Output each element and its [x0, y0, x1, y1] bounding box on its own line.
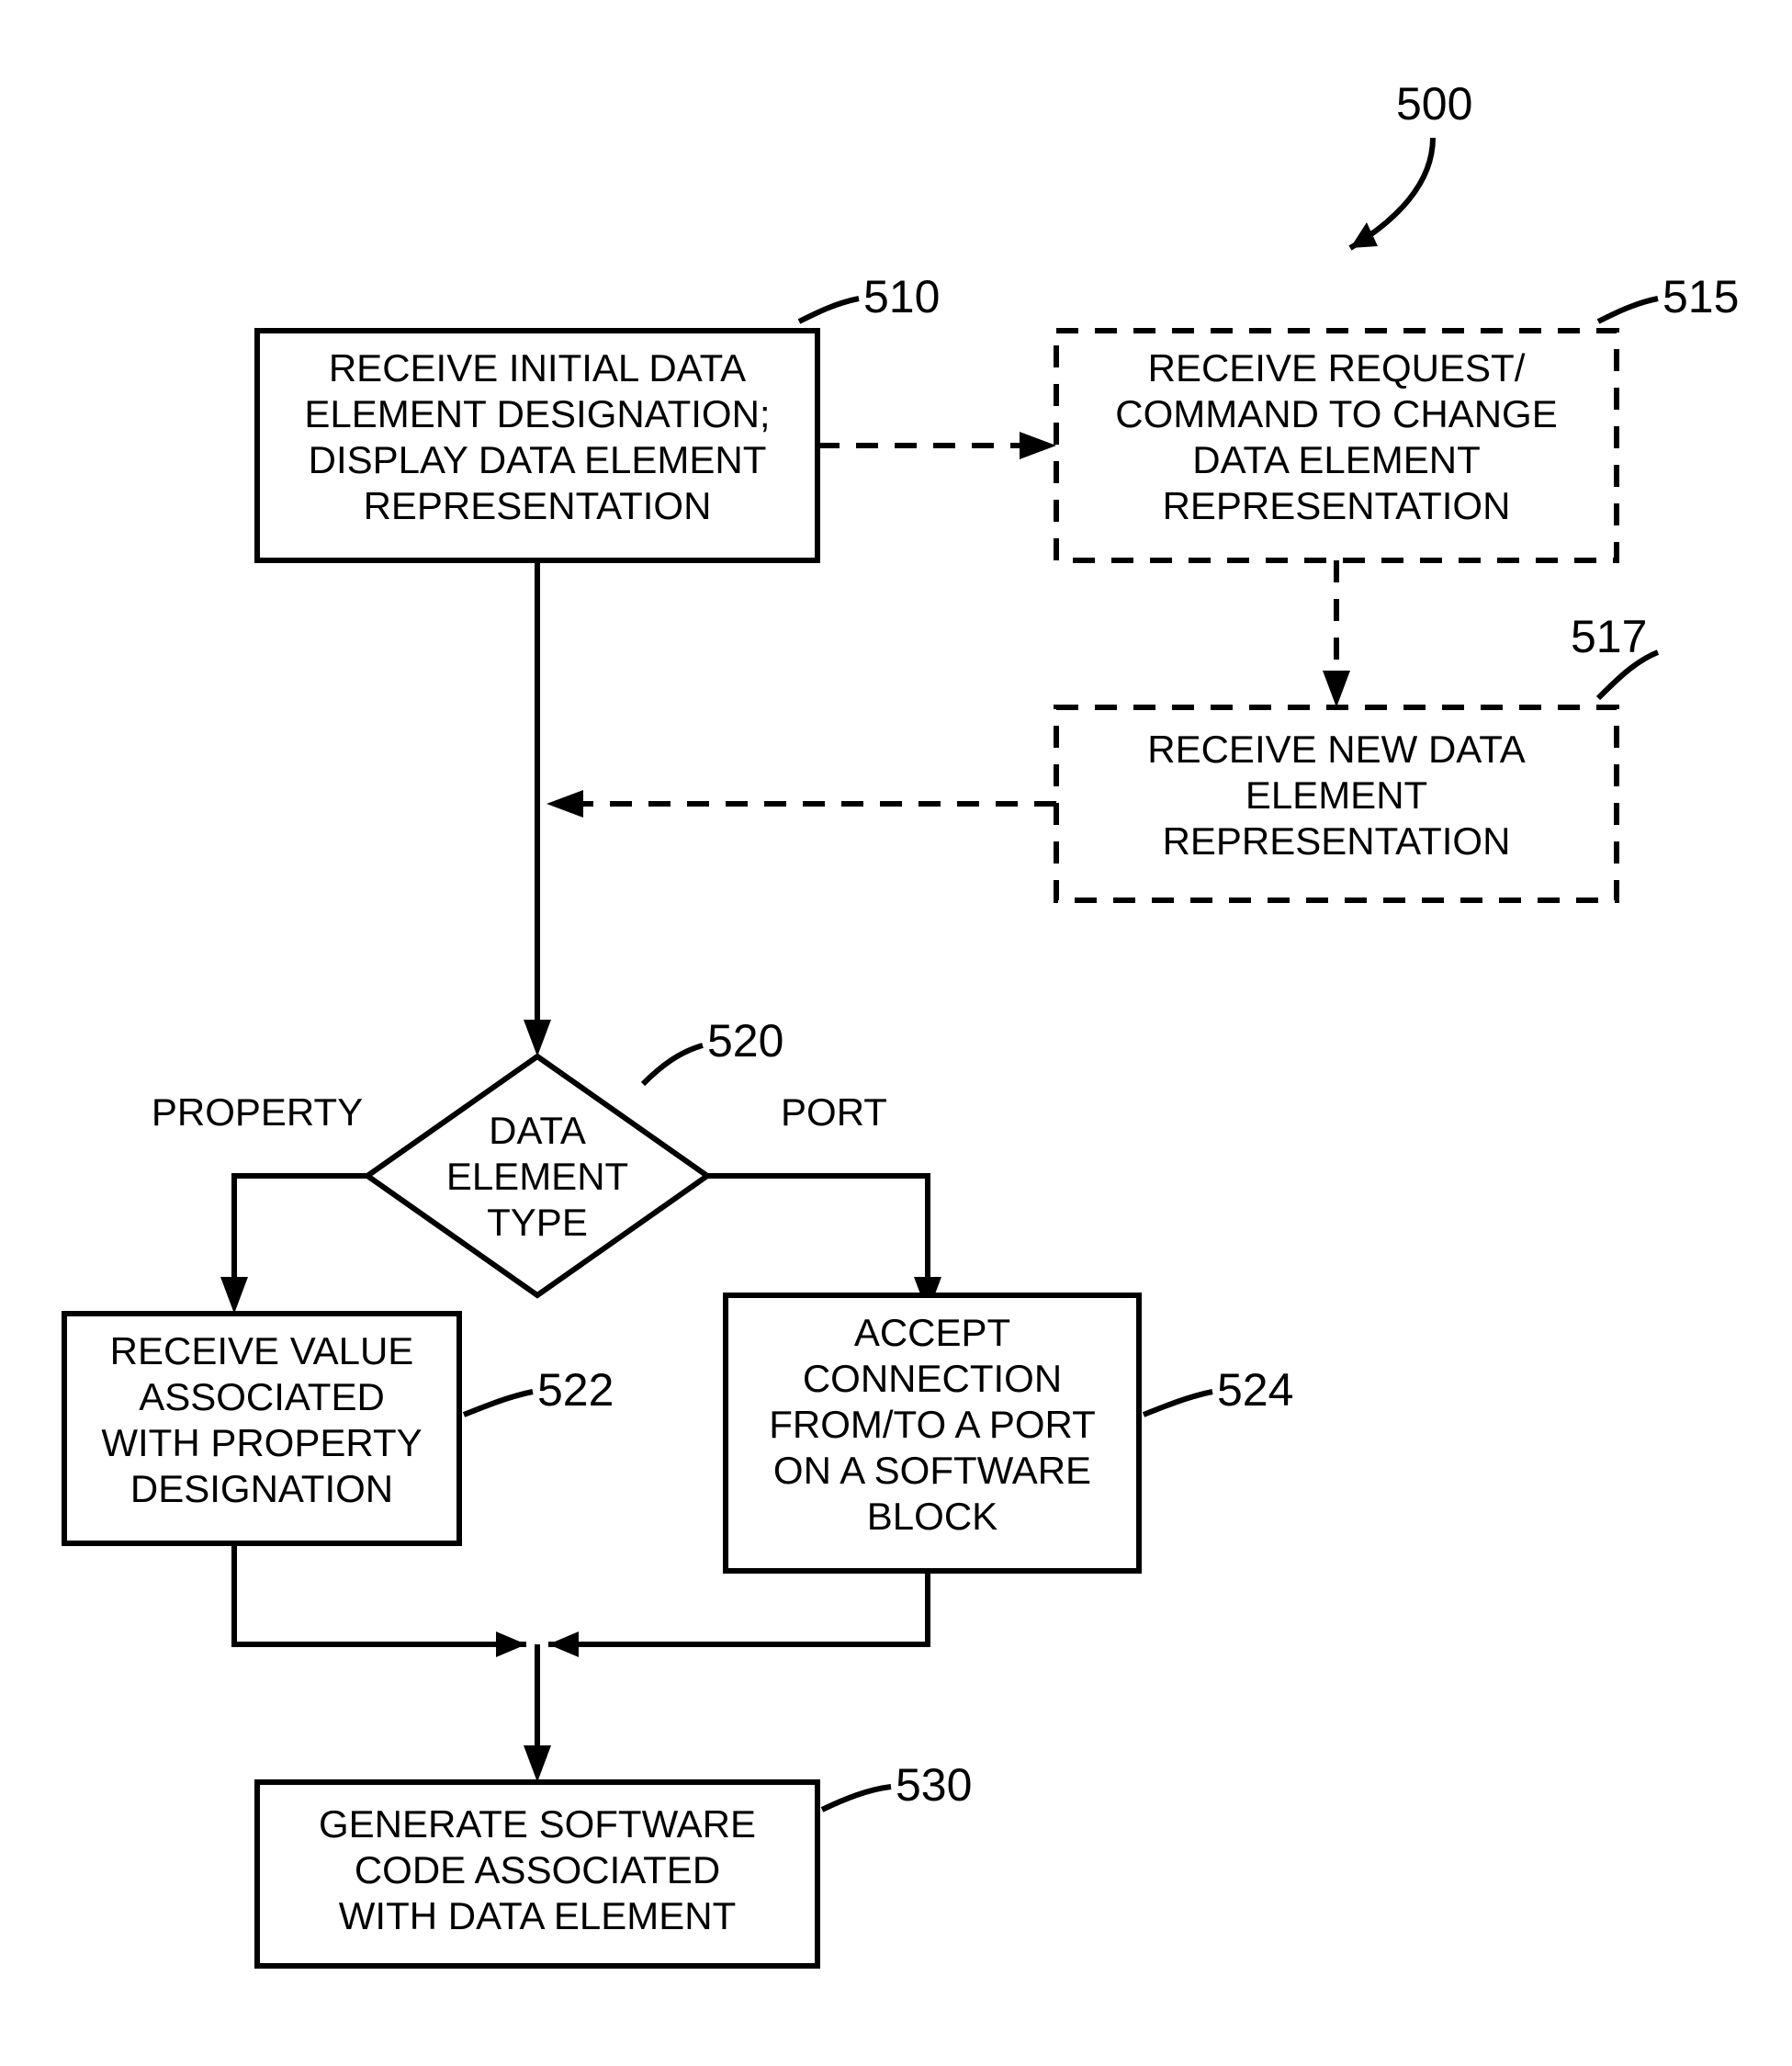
- arrow-522-down-head: [496, 1631, 526, 1657]
- ref-522: 522: [537, 1364, 614, 1416]
- svg-text:ASSOCIATED: ASSOCIATED: [139, 1375, 385, 1418]
- svg-text:COMMAND TO CHANGE: COMMAND TO CHANGE: [1115, 392, 1557, 435]
- arrow-522-down: [234, 1543, 526, 1644]
- svg-text:ON A SOFTWARE: ON A SOFTWARE: [773, 1449, 1091, 1492]
- svg-text:DESIGNATION: DESIGNATION: [130, 1467, 393, 1510]
- svg-text:ELEMENT: ELEMENT: [1245, 773, 1427, 817]
- branch-port: PORT: [781, 1090, 887, 1134]
- branch-property: PROPERTY: [152, 1090, 363, 1134]
- svg-text:REPRESENTATION: REPRESENTATION: [1163, 819, 1511, 863]
- ref-510: 510: [863, 271, 940, 322]
- svg-text:ACCEPT: ACCEPT: [854, 1311, 1010, 1354]
- svg-text:RECEIVE INITIAL DATA: RECEIVE INITIAL DATA: [329, 346, 746, 389]
- arrow-520-to-522: [234, 1176, 367, 1281]
- ref-530-leader: [822, 1787, 891, 1810]
- arrow-merge-to-530-head: [524, 1745, 551, 1782]
- svg-text:WITH PROPERTY: WITH PROPERTY: [101, 1421, 422, 1464]
- svg-text:REPRESENTATION: REPRESENTATION: [1163, 484, 1511, 527]
- ref-510-leader: [799, 299, 859, 322]
- svg-text:TYPE: TYPE: [487, 1201, 588, 1244]
- box-510: RECEIVE INITIAL DATA ELEMENT DESIGNATION…: [257, 331, 817, 560]
- ref-520-leader: [643, 1045, 703, 1084]
- ref-520: 520: [707, 1015, 783, 1067]
- svg-text:DATA ELEMENT: DATA ELEMENT: [1192, 438, 1481, 481]
- box-524: ACCEPT CONNECTION FROM/TO A PORT ON A SO…: [726, 1295, 1139, 1571]
- ref-517: 517: [1571, 611, 1647, 662]
- svg-text:FROM/TO A PORT: FROM/TO A PORT: [769, 1403, 1096, 1446]
- svg-text:RECEIVE VALUE: RECEIVE VALUE: [110, 1329, 414, 1372]
- box-515: RECEIVE REQUEST/ COMMAND TO CHANGE DATA …: [1056, 331, 1617, 560]
- ref-524-leader: [1144, 1392, 1212, 1415]
- figure-ref: 500: [1396, 78, 1472, 130]
- box-517: RECEIVE NEW DATA ELEMENT REPRESENTATION: [1056, 707, 1617, 900]
- ref-524: 524: [1217, 1364, 1293, 1416]
- svg-text:WITH DATA ELEMENT: WITH DATA ELEMENT: [339, 1894, 736, 1937]
- svg-text:BLOCK: BLOCK: [867, 1495, 997, 1538]
- box-530: GENERATE SOFTWARE CODE ASSOCIATED WITH D…: [257, 1782, 817, 1966]
- svg-text:GENERATE SOFTWARE: GENERATE SOFTWARE: [319, 1802, 756, 1846]
- svg-text:RECEIVE NEW DATA: RECEIVE NEW DATA: [1147, 728, 1526, 771]
- arrow-517-to-main-head: [547, 790, 583, 818]
- svg-text:REPRESENTATION: REPRESENTATION: [364, 484, 712, 527]
- svg-text:ELEMENT: ELEMENT: [446, 1155, 628, 1198]
- svg-text:CODE ASSOCIATED: CODE ASSOCIATED: [355, 1848, 720, 1891]
- arrow-520-to-524: [707, 1176, 928, 1281]
- flowchart-svg: 500 RECEIVE INITIAL DATA ELEMENT DESIGNA…: [0, 0, 1792, 2066]
- arrow-520-to-522-head: [220, 1277, 248, 1314]
- arrow-524-down-head: [548, 1631, 579, 1657]
- svg-text:RECEIVE REQUEST/: RECEIVE REQUEST/: [1148, 346, 1526, 389]
- svg-text:CONNECTION: CONNECTION: [803, 1357, 1062, 1400]
- arrow-510-to-515-head: [1020, 432, 1056, 459]
- ref-515-leader: [1598, 299, 1658, 322]
- svg-text:DATA: DATA: [489, 1109, 586, 1152]
- arrow-510-to-520-head: [524, 1020, 551, 1056]
- ref-530: 530: [896, 1759, 972, 1811]
- svg-text:ELEMENT DESIGNATION;: ELEMENT DESIGNATION;: [304, 392, 770, 435]
- ref-515: 515: [1662, 271, 1739, 322]
- box-522: RECEIVE VALUE ASSOCIATED WITH PROPERTY D…: [64, 1314, 459, 1543]
- arrow-524-down: [548, 1571, 928, 1644]
- decision-520: DATA ELEMENT TYPE: [367, 1056, 707, 1295]
- svg-text:DISPLAY DATA ELEMENT: DISPLAY DATA ELEMENT: [309, 438, 767, 481]
- arrow-515-to-517-head: [1323, 671, 1350, 707]
- ref-522-leader: [464, 1392, 533, 1415]
